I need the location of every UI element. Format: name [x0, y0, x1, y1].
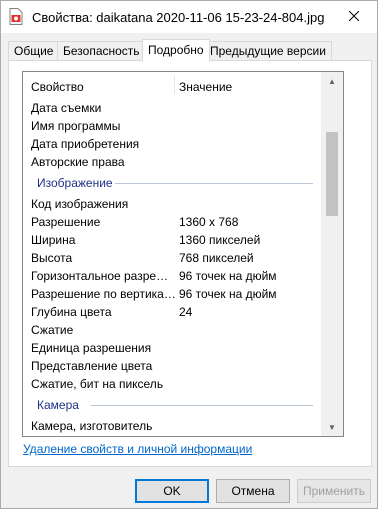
tab-security[interactable]: Безопасность: [57, 41, 146, 61]
group-title: Изображение: [37, 176, 113, 190]
list-item[interactable]: Имя программы: [23, 117, 321, 135]
property-name: Авторские права: [31, 155, 125, 169]
vertical-scrollbar[interactable]: ▲ ▼: [321, 72, 343, 436]
property-name: Дата приобретения: [31, 137, 140, 151]
property-name: Дата съемки: [31, 101, 102, 115]
list-rows: Дата съемки Имя программы Дата приобрете…: [23, 99, 321, 435]
property-name: Разрешение по вертикали: [31, 287, 176, 301]
property-name: Код изображения: [31, 197, 129, 211]
property-name: Ширина: [31, 233, 76, 247]
window-title: Свойства: daikatana 2020-11-06 15-23-24-…: [32, 10, 325, 25]
properties-dialog: Свойства: daikatana 2020-11-06 15-23-24-…: [0, 0, 378, 509]
property-name: Камера, изготовитель: [31, 419, 153, 433]
property-value: 96 точек на дюйм: [179, 269, 277, 283]
list-item[interactable]: Сжатие, бит на пиксель: [23, 375, 321, 393]
details-panel: Свойство Значение Дата съемки Имя програ…: [8, 60, 372, 467]
column-header-value[interactable]: Значение: [179, 80, 232, 94]
property-name: Имя программы: [31, 119, 121, 133]
group-header-image: Изображение: [23, 171, 321, 195]
list-item[interactable]: Код изображения: [23, 195, 321, 213]
list-item[interactable]: Глубина цвета 24: [23, 303, 321, 321]
group-header-camera: Камера: [23, 393, 321, 417]
list-item[interactable]: Представление цвета: [23, 357, 321, 375]
list-item[interactable]: Высота 768 пикселей: [23, 249, 321, 267]
property-name: Представление цвета: [31, 359, 153, 373]
group-divider: [115, 183, 313, 184]
group-title: Камера: [37, 398, 79, 412]
list-item[interactable]: Дата съемки: [23, 99, 321, 117]
ok-button[interactable]: OK: [135, 479, 209, 503]
property-name: Единица разрешения: [31, 341, 152, 355]
property-value: 24: [179, 305, 193, 319]
property-name: Сжатие, бит на пиксель: [31, 377, 164, 391]
tab-strip: Общие Безопасность Подробно Предыдущие в…: [8, 39, 372, 62]
chevron-down-icon: ▼: [328, 422, 336, 432]
chevron-up-icon: ▲: [328, 76, 336, 86]
column-separator[interactable]: [174, 76, 175, 94]
property-value: 1360 пикселей: [179, 233, 261, 247]
list-item[interactable]: Дата приобретения: [23, 135, 321, 153]
property-value: 96 точек на дюйм: [179, 287, 277, 301]
close-icon: [348, 10, 360, 24]
list-item[interactable]: Разрешение 1360 x 768: [23, 213, 321, 231]
list-header: Свойство Значение: [23, 72, 321, 98]
apply-button[interactable]: Применить: [297, 479, 371, 503]
property-value: 1360 x 768: [179, 215, 239, 229]
cancel-button[interactable]: Отмена: [216, 479, 290, 503]
scroll-down-button[interactable]: ▼: [321, 418, 343, 436]
property-name: Сжатие: [31, 323, 74, 337]
list-item[interactable]: Ширина 1360 пикселей: [23, 231, 321, 249]
remove-properties-link[interactable]: Удаление свойств и личной информации: [23, 442, 252, 456]
list-item[interactable]: Сжатие: [23, 321, 321, 339]
property-name: Горизонтальное разрешение: [31, 269, 176, 283]
properties-list[interactable]: Свойство Значение Дата съемки Имя програ…: [22, 71, 344, 437]
list-item[interactable]: Камера, изготовитель: [23, 417, 321, 435]
property-name: Глубина цвета: [31, 305, 112, 319]
tab-details[interactable]: Подробно: [142, 39, 210, 62]
scroll-up-button[interactable]: ▲: [321, 72, 343, 90]
title-bar[interactable]: Свойства: daikatana 2020-11-06 15-23-24-…: [1, 1, 377, 33]
scrollbar-thumb[interactable]: [326, 132, 338, 216]
property-name: Высота: [31, 251, 73, 265]
jpg-file-icon: [9, 8, 23, 25]
property-value: 768 пикселей: [179, 251, 254, 265]
list-item[interactable]: Единица разрешения: [23, 339, 321, 357]
column-header-property[interactable]: Свойство: [31, 80, 84, 94]
property-name: Разрешение: [31, 215, 101, 229]
tab-previous-versions[interactable]: Предыдущие версии: [204, 41, 332, 61]
list-item[interactable]: Разрешение по вертикали 96 точек на дюйм: [23, 285, 321, 303]
tab-general[interactable]: Общие: [8, 41, 60, 61]
close-button[interactable]: [331, 1, 377, 33]
group-divider: [91, 405, 313, 406]
list-item[interactable]: Горизонтальное разрешение 96 точек на дю…: [23, 267, 321, 285]
list-item[interactable]: Авторские права: [23, 153, 321, 171]
